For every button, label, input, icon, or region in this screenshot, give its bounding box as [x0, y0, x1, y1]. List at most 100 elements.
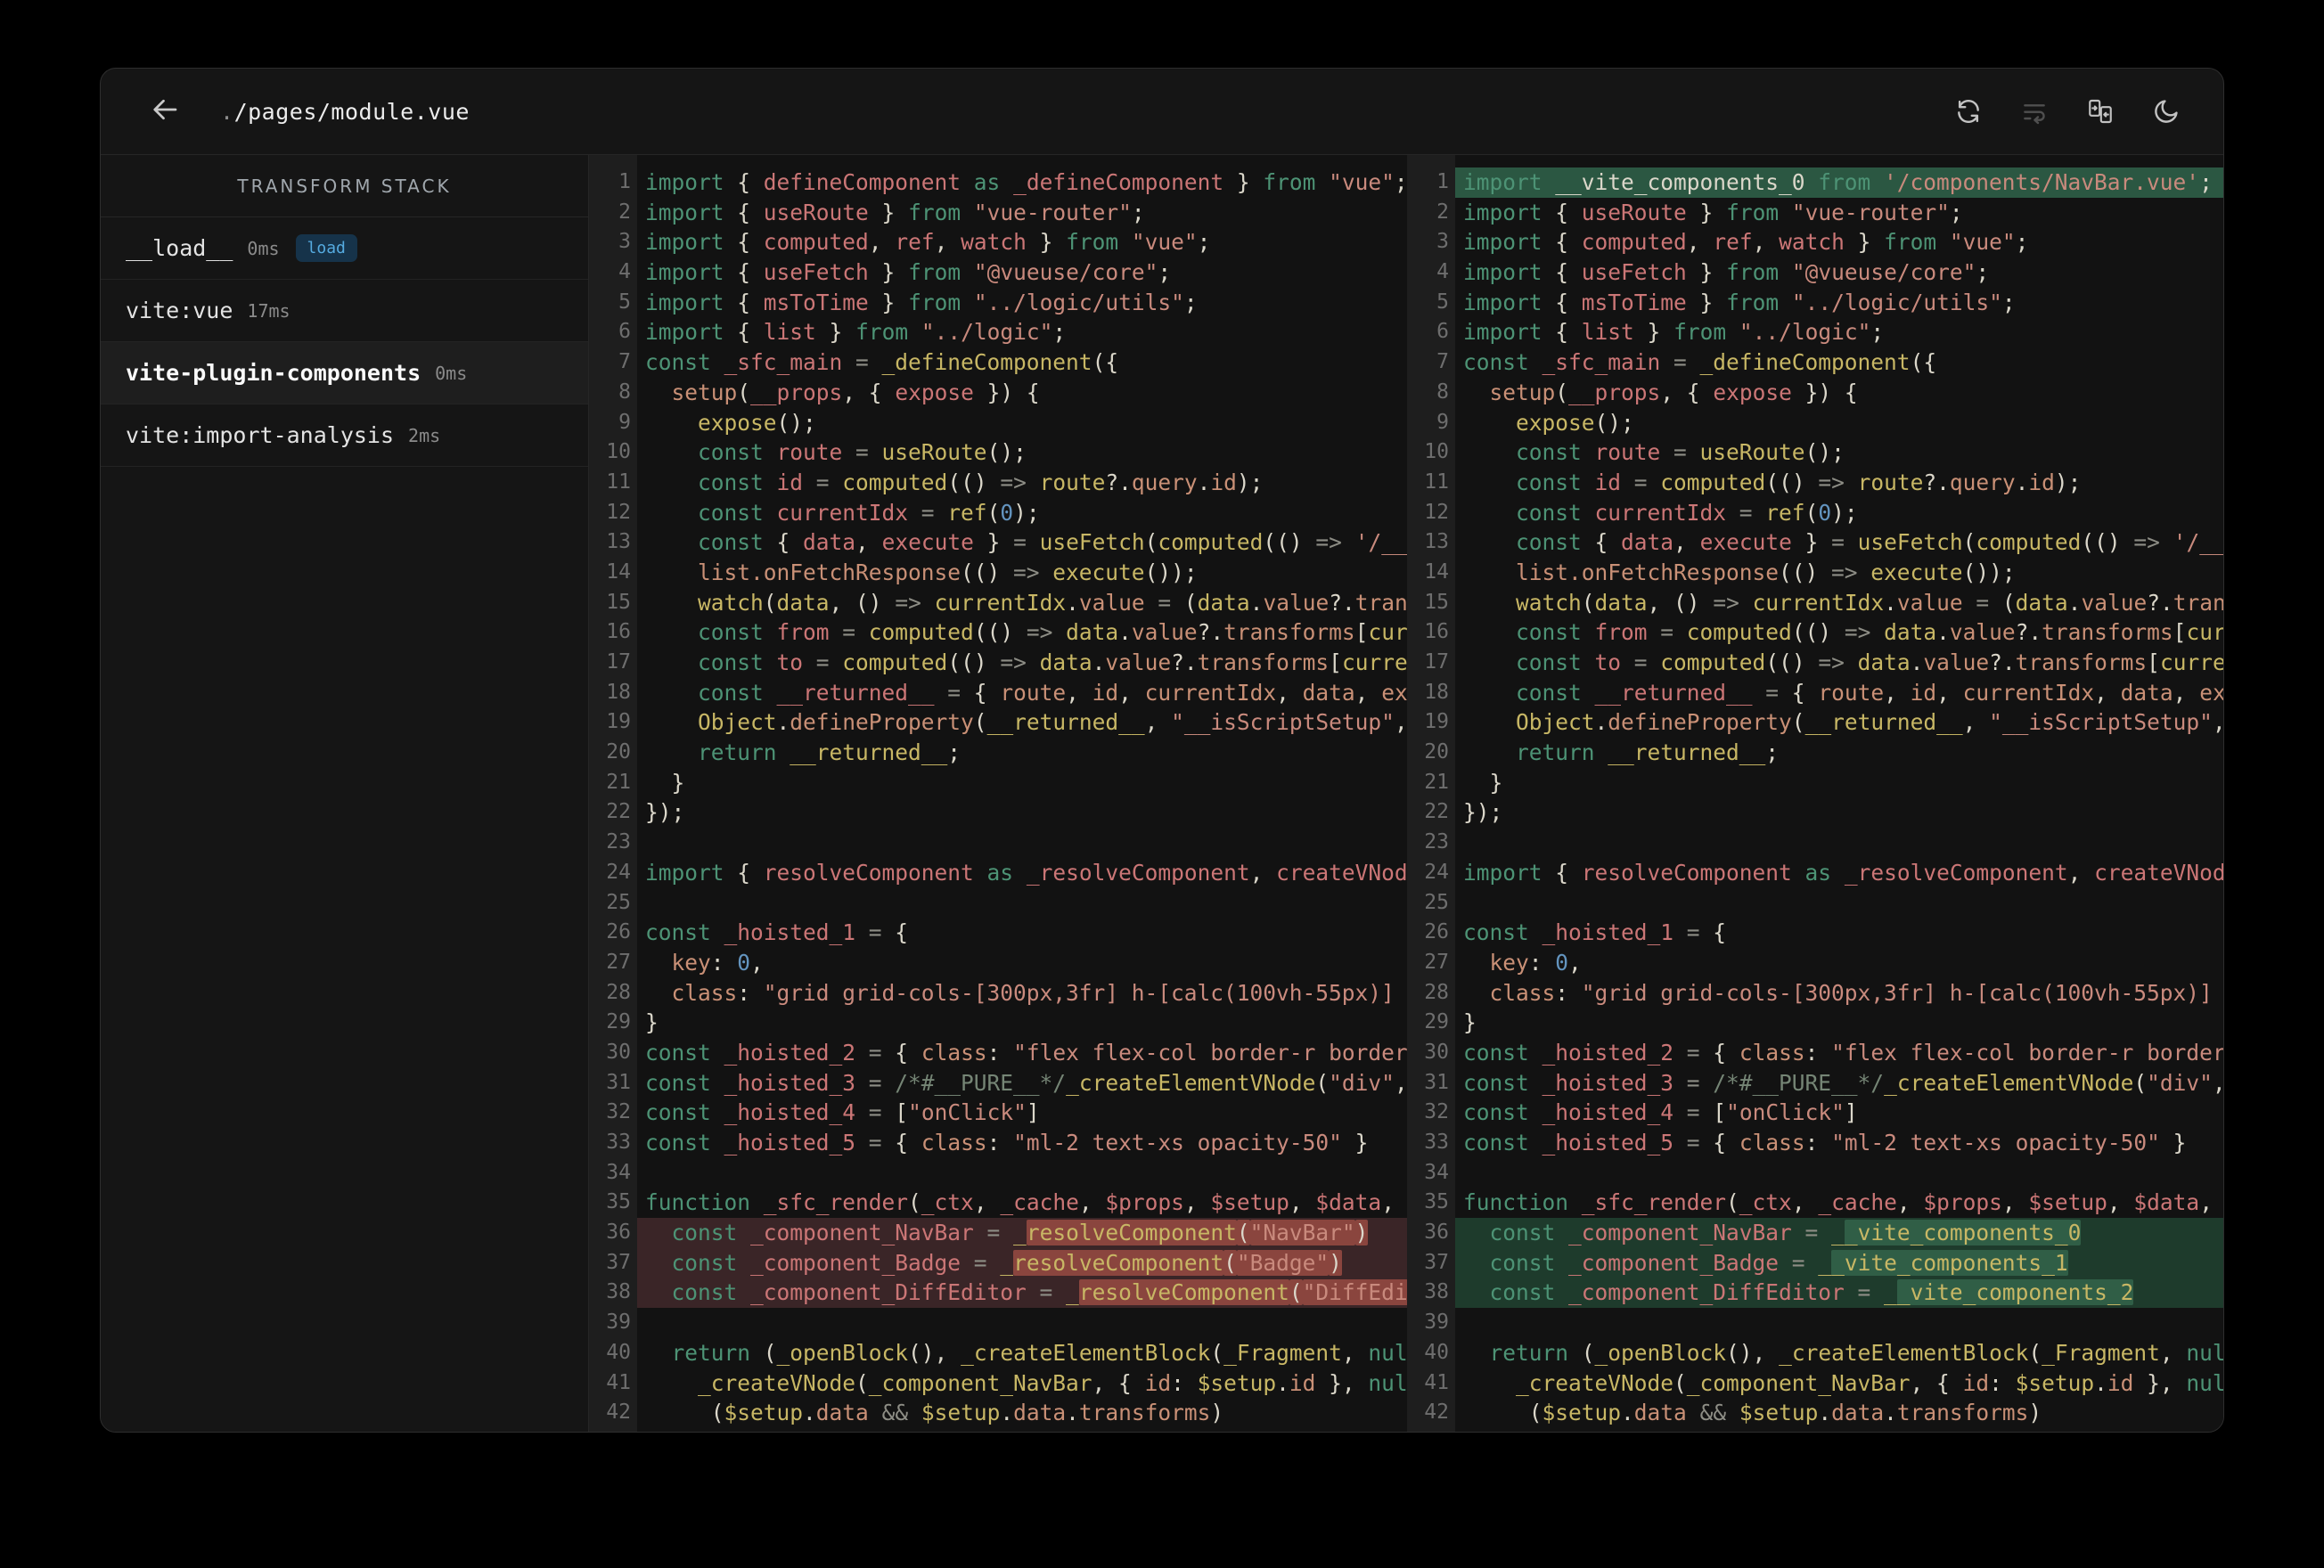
line-number: 19	[1424, 710, 1449, 734]
line-number: 34	[1424, 1160, 1449, 1184]
code-line: 13 const { data, execute } = useFetch(co…	[589, 527, 1407, 558]
line-number: 14	[606, 559, 631, 584]
line-number: 12	[1424, 500, 1449, 524]
code-line: 9 expose();	[1407, 408, 2223, 438]
code-line: 14 list.onFetchResponse(() => execute())…	[1407, 558, 2223, 588]
line-number: 25	[1424, 890, 1449, 914]
line-number: 10	[1424, 440, 1449, 464]
code-line: 39	[1407, 1308, 2223, 1338]
line-number: 7	[1436, 350, 1449, 374]
line-number: 35	[1424, 1190, 1449, 1214]
line-number: 6	[1436, 320, 1449, 344]
code-line: 16 const from = computed(() => data.valu…	[1407, 617, 2223, 648]
line-number: 4	[618, 260, 631, 284]
line-number: 7	[618, 350, 631, 374]
refresh-icon[interactable]	[1954, 97, 1983, 126]
code-line: 17 const to = computed(() => data.value?…	[1407, 648, 2223, 678]
toolbar-icons	[1954, 97, 2181, 126]
sidebar-item-vite-vue[interactable]: vite:vue 17ms	[101, 280, 588, 342]
code-line: 36 const _component_NavBar = _resolveCom…	[589, 1218, 1407, 1248]
code-line: 34	[1407, 1158, 2223, 1188]
code-line: 32 const _hoisted_4 = ["onClick"]	[589, 1098, 1407, 1128]
plugin-name: vite:vue	[126, 298, 233, 323]
line-number: 15	[606, 590, 631, 614]
code-line: 34	[589, 1158, 1407, 1188]
line-number: 36	[1424, 1221, 1449, 1245]
line-number: 40	[606, 1340, 631, 1364]
code-line: 29}	[589, 1008, 1407, 1038]
line-number: 1	[618, 170, 631, 193]
line-number: 8	[618, 380, 631, 404]
transform-stack-sidebar: TRANSFORM STACK __load__ 0ms load vite:vue 1…	[101, 155, 589, 1432]
line-number: 37	[1424, 1250, 1449, 1274]
code-line: 3 import { computed, ref, watch } from "v…	[1407, 227, 2223, 257]
sidebar-item-vite-plugin-components[interactable]: vite-plugin-components 0ms	[101, 342, 588, 404]
transform-stack-header: TRANSFORM STACK	[101, 155, 588, 217]
code-line: 24 import { resolveComponent as _resolveC…	[589, 858, 1407, 888]
code-line: 38 const _component_DiffEditor = __vite_…	[1407, 1278, 2223, 1309]
code-line: 27 key: 0,	[1407, 948, 2223, 978]
code-line: 6 import { list } from "../logic";	[589, 317, 1407, 347]
sidebar-item--load-[interactable]: __load__ 0ms load	[101, 217, 588, 280]
line-number: 10	[606, 440, 631, 464]
line-number: 11	[606, 470, 631, 494]
main-content: TRANSFORM STACK __load__ 0ms load vite:vue 1…	[101, 155, 2223, 1432]
code-line: 10 const route = useRoute();	[1407, 437, 2223, 468]
arrow-left-icon	[149, 94, 181, 129]
line-number: 32	[1424, 1100, 1449, 1124]
code-line: 11 const id = computed(() => route?.quer…	[589, 468, 1407, 498]
line-number: 26	[606, 920, 631, 944]
code-line: 41 _createVNode(_component_NavBar, { id:…	[589, 1368, 1407, 1399]
line-number: 31	[1424, 1070, 1449, 1094]
line-number: 38	[606, 1280, 631, 1304]
code-line: 32 const _hoisted_4 = ["onClick"]	[1407, 1098, 2223, 1128]
module-title-prefix: .	[220, 98, 234, 125]
module-title-path: /pages/module.vue	[233, 98, 470, 125]
top-bar: ./pages/module.vue	[101, 69, 2223, 155]
plugin-name: vite-plugin-components	[126, 360, 421, 386]
line-number: 20	[606, 740, 631, 764]
plugin-time: 0ms	[435, 362, 468, 384]
code-line: 12 const currentIdx = ref(0);	[1407, 498, 2223, 528]
diff-pane-after[interactable]: 1 import __vite_components_0 from '/compo…	[1407, 155, 2223, 1432]
code-line: 15 watch(data, () => currentIdx.value = …	[1407, 588, 2223, 618]
code-line: 22});	[589, 797, 1407, 828]
code-line: 10 const route = useRoute();	[589, 437, 1407, 468]
code-line: 39	[589, 1308, 1407, 1338]
line-number: 36	[606, 1221, 631, 1245]
code-line: 2 import { useRoute } from "vue-router";	[589, 198, 1407, 228]
line-number: 2	[618, 200, 631, 224]
plugin-time: 2ms	[408, 424, 441, 446]
code-line: 21 }	[589, 768, 1407, 798]
side-by-side-diff-icon[interactable]	[2086, 97, 2115, 126]
dark-mode-moon-icon[interactable]	[2152, 97, 2181, 126]
line-number: 8	[1436, 380, 1449, 404]
line-number: 39	[1424, 1311, 1449, 1335]
line-number: 24	[1424, 860, 1449, 884]
code-line: 19 Object.defineProperty(__returned__, "…	[1407, 707, 2223, 738]
code-line: 41 _createVNode(_component_NavBar, { id:…	[1407, 1368, 2223, 1399]
code-line: 40 return (_openBlock(), _createElementB…	[1407, 1338, 2223, 1368]
inspect-window: ./pages/module.vue TRANSFORM STACK __loa…	[100, 68, 2224, 1433]
code-line: 30 const _hoisted_2 = { class: "flex flex…	[589, 1038, 1407, 1068]
code-line: 3 import { computed, ref, watch } from "v…	[589, 227, 1407, 257]
line-number: 27	[1424, 950, 1449, 974]
line-number: 18	[606, 680, 631, 704]
line-number: 41	[1424, 1370, 1449, 1394]
sidebar-item-vite-import-analysis[interactable]: vite:import-analysis 2ms	[101, 404, 588, 467]
line-number: 34	[606, 1160, 631, 1184]
line-number: 18	[1424, 680, 1449, 704]
code-line: 42 ($setup.data && $setup.data.transform…	[1407, 1398, 2223, 1428]
line-number: 40	[1424, 1340, 1449, 1364]
line-number: 26	[1424, 920, 1449, 944]
code-line: 16 const from = computed(() => data.valu…	[589, 617, 1407, 648]
code-line: 24 import { resolveComponent as _resolveC…	[1407, 858, 2223, 888]
diff-pane-before[interactable]: 1 import { defineComponent as _defineComp…	[589, 155, 1407, 1432]
wrap-lines-icon[interactable]	[2020, 97, 2049, 126]
code-line: 29}	[1407, 1008, 2223, 1038]
code-line: 4 import { useFetch } from "@vueuse/core"…	[589, 257, 1407, 288]
code-line: 36 const _component_NavBar = __vite_comp…	[1407, 1218, 2223, 1248]
code-line: 21 }	[1407, 768, 2223, 798]
code-line: 19 Object.defineProperty(__returned__, "…	[589, 707, 1407, 738]
back-button[interactable]	[149, 95, 181, 127]
